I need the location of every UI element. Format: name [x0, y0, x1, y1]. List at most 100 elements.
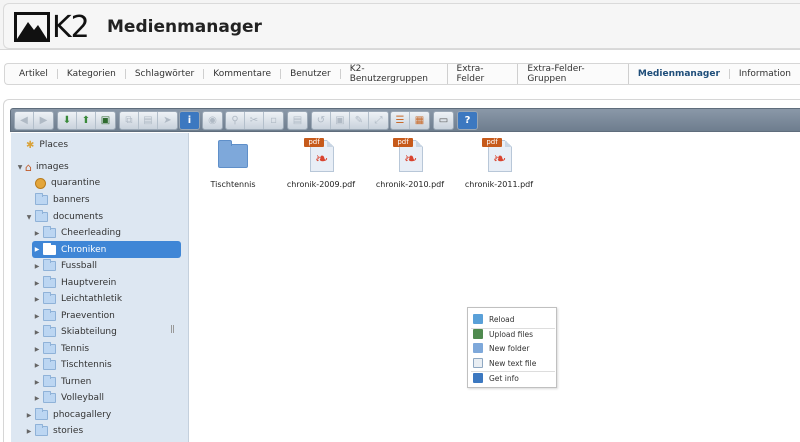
- save-icon[interactable]: ▣: [96, 112, 115, 129]
- tree-item-skiabteilung[interactable]: ▶ Skiabteilung: [33, 324, 117, 340]
- collapsed-arrow-icon[interactable]: ▶: [33, 263, 41, 270]
- tab-kommentare[interactable]: Kommentare: [204, 69, 282, 79]
- expanded-arrow-icon[interactable]: ▼: [25, 214, 33, 221]
- context-menu-upload-files[interactable]: Upload files: [473, 327, 533, 341]
- logo-text: K2: [52, 9, 90, 45]
- collapsed-arrow-icon[interactable]: ▶: [33, 362, 41, 369]
- file-item-pdf[interactable]: pdf ❧ chronik-2011.pdf: [459, 138, 539, 189]
- collapsed-arrow-icon[interactable]: ▶: [33, 246, 41, 253]
- view-icon[interactable]: ◉: [203, 112, 222, 129]
- tree-item-chroniken[interactable]: ▶ Chroniken: [32, 241, 181, 258]
- tab-extra-felder-gruppen[interactable]: Extra-Felder-Gruppen: [518, 64, 629, 84]
- folder-icon: [35, 424, 48, 436]
- copy-icon[interactable]: ⧉: [120, 112, 139, 129]
- window-icon[interactable]: ▭: [434, 112, 453, 129]
- floppy-icon[interactable]: ▤: [139, 112, 158, 129]
- collapsed-arrow-icon[interactable]: ▶: [33, 346, 41, 353]
- tree-item-quarantine[interactable]: quarantine: [33, 175, 100, 191]
- file-name: chronik-2011.pdf: [464, 180, 534, 189]
- paste-icon[interactable]: ▫: [264, 112, 283, 129]
- archive-icon[interactable]: ▣: [331, 112, 350, 129]
- places-icon: ✱: [26, 139, 35, 151]
- select-icon[interactable]: ➤: [158, 112, 177, 129]
- tab-benutzer[interactable]: Benutzer: [281, 69, 341, 79]
- folder-icon: [43, 375, 56, 387]
- download-icon[interactable]: ⬇: [58, 112, 77, 129]
- delete-icon[interactable]: ▤: [288, 112, 307, 129]
- context-menu-new-text-file[interactable]: New text file: [473, 356, 536, 370]
- collapsed-arrow-icon[interactable]: ▶: [33, 296, 41, 303]
- tree-item-tennis[interactable]: ▶ Tennis: [33, 341, 89, 357]
- toolbar-group-help: ?: [457, 111, 478, 130]
- collapsed-arrow-icon[interactable]: ▶: [33, 329, 41, 336]
- tree-item-leichtathletik[interactable]: ▶ Leichtathletik: [33, 291, 122, 307]
- toolbar-group-layout: ☰ ▦: [390, 111, 430, 130]
- tab-schlagwoerter[interactable]: Schlagwörter: [126, 69, 205, 79]
- toolbar-group-navigation: ◀ ▶: [14, 111, 54, 130]
- resize-icon[interactable]: ⤢: [369, 112, 388, 129]
- back-icon[interactable]: ◀: [15, 112, 34, 129]
- collapsed-arrow-icon[interactable]: ▶: [33, 280, 41, 287]
- edit-icon[interactable]: ✎: [350, 112, 369, 129]
- sidebar-resize-handle[interactable]: [171, 325, 174, 333]
- tree-item-praevention[interactable]: ▶ Praevention: [33, 308, 115, 324]
- tab-information[interactable]: Information: [730, 69, 800, 79]
- context-menu-new-folder[interactable]: New folder: [473, 341, 530, 355]
- tree-label: Hauptverein: [61, 278, 117, 288]
- expanded-arrow-icon[interactable]: ▼: [16, 164, 24, 171]
- context-menu-get-info[interactable]: Get info: [473, 371, 519, 385]
- tree-item-turnen[interactable]: ▶ Turnen: [33, 374, 91, 390]
- tree-item-stories[interactable]: ▶ stories: [25, 423, 83, 439]
- context-menu-reload[interactable]: Reload: [473, 312, 515, 326]
- grid-view-icon[interactable]: ▦: [410, 112, 429, 129]
- menu-label: New folder: [489, 343, 530, 353]
- tab-kategorien[interactable]: Kategorien: [58, 69, 126, 79]
- tree-item-documents[interactable]: ▼ documents: [25, 209, 103, 225]
- tree-label: Tennis: [61, 344, 90, 354]
- collapsed-arrow-icon[interactable]: ▶: [33, 395, 41, 402]
- toolbar-group-clipboard: ⚲ ✂ ▫: [225, 111, 284, 130]
- tree-item-volleyball[interactable]: ▶ Volleyball: [33, 390, 104, 406]
- tree-label: stories: [53, 426, 84, 436]
- collapsed-arrow-icon[interactable]: ▶: [25, 412, 33, 419]
- tree-item-fussball[interactable]: ▶ Fussball: [33, 258, 97, 274]
- forward-icon[interactable]: ▶: [34, 112, 53, 129]
- tree-item-images[interactable]: ▼ ⌂ images: [16, 159, 69, 175]
- collapsed-arrow-icon[interactable]: ▶: [33, 230, 41, 237]
- tree-label: Praevention: [61, 311, 115, 321]
- file-item-folder[interactable]: Tischtennis: [193, 140, 273, 189]
- tab-extra-felder[interactable]: Extra-Felder: [448, 64, 519, 84]
- tab-medienmanager[interactable]: Medienmanager: [629, 69, 730, 79]
- list-view-icon[interactable]: ☰: [391, 112, 410, 129]
- get-info-icon: [473, 373, 483, 383]
- folder-icon: [35, 210, 48, 222]
- extract-icon[interactable]: ↺: [312, 112, 331, 129]
- tree-item-banners[interactable]: banners: [33, 192, 90, 208]
- tree-label: Leichtathletik: [61, 294, 123, 304]
- menu-label: New text file: [489, 358, 537, 368]
- search-icon[interactable]: ⚲: [226, 112, 245, 129]
- tree-item-tischtennis[interactable]: ▶ Tischtennis: [33, 357, 112, 373]
- tab-artikel[interactable]: Artikel: [10, 69, 58, 79]
- tree-item-phocagallery[interactable]: ▶ phocagallery: [25, 407, 111, 423]
- new-folder-icon: [473, 343, 483, 353]
- file-name: Tischtennis: [210, 180, 256, 189]
- info-icon[interactable]: i: [180, 112, 199, 129]
- collapsed-arrow-icon[interactable]: ▶: [33, 379, 41, 386]
- tab-k2-benutzergruppen[interactable]: K2-Benutzergruppen: [341, 64, 448, 84]
- tree-item-cheerleading[interactable]: ▶ Cheerleading: [33, 225, 121, 241]
- menu-label: Upload files: [489, 329, 533, 339]
- file-item-pdf[interactable]: pdf ❧ chronik-2010.pdf: [370, 138, 450, 189]
- upload-icon[interactable]: ⬆: [77, 112, 96, 129]
- places-label: Places: [39, 140, 69, 150]
- menu-label: Get info: [489, 373, 519, 383]
- collapsed-arrow-icon[interactable]: ▶: [33, 313, 41, 320]
- tree-label: banners: [53, 195, 90, 205]
- toolbar-group-files: ⬇ ⬆ ▣: [57, 111, 116, 130]
- tree-item-hauptverein[interactable]: ▶ Hauptverein: [33, 275, 116, 291]
- help-icon[interactable]: ?: [458, 112, 477, 129]
- places-header[interactable]: ✱ Places: [26, 137, 68, 153]
- collapsed-arrow-icon[interactable]: ▶: [25, 428, 33, 435]
- file-item-pdf[interactable]: pdf ❧ chronik-2009.pdf: [281, 138, 361, 189]
- cut-icon[interactable]: ✂: [245, 112, 264, 129]
